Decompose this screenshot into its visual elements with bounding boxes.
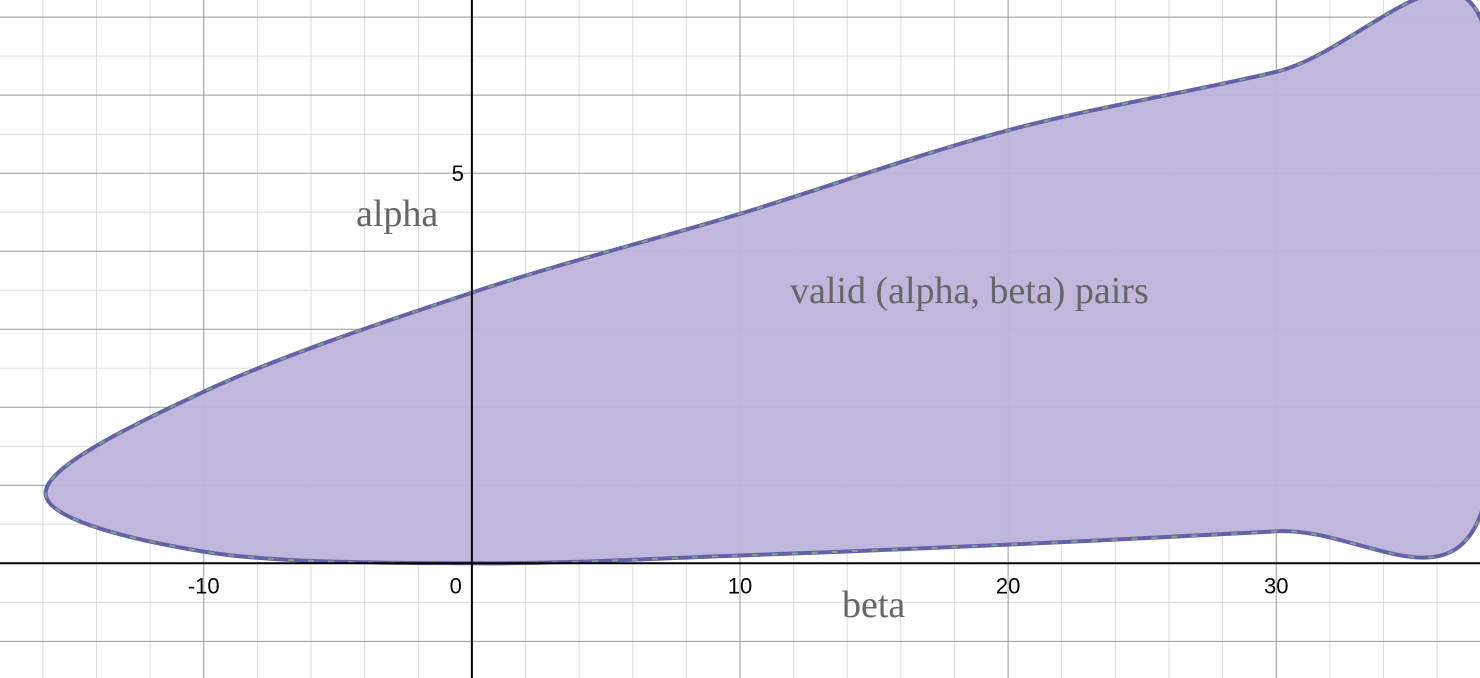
region-label: valid (alpha, beta) pairs <box>790 270 1149 312</box>
x-tick-label: 0 <box>450 573 462 598</box>
x-tick-label: 10 <box>728 573 752 598</box>
region-plot: -10 0 10 20 30 5 alpha valid (alpha, beta) pa… <box>0 0 1480 678</box>
y-axis-name: alpha <box>356 193 438 235</box>
y-tick-label: 5 <box>452 161 464 186</box>
x-axis-name: beta <box>842 584 905 626</box>
x-tick-label: 20 <box>996 573 1020 598</box>
x-tick-label: -10 <box>188 573 220 598</box>
x-tick-label: 30 <box>1264 573 1288 598</box>
